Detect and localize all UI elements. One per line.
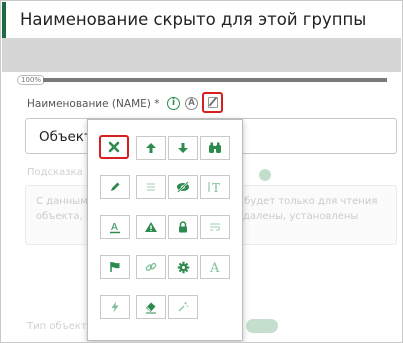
- status-dot: [259, 169, 271, 181]
- underline-glyph: A: [111, 222, 118, 233]
- name-input-value: Объект: [39, 129, 92, 145]
- dialog-header: Наименование скрыто для этой группы: [2, 2, 401, 38]
- formatting-toolbar-popup: T A A: [87, 119, 243, 341]
- wrap-text-icon: [210, 223, 220, 231]
- gear-icon: [177, 261, 189, 273]
- move-down-button[interactable]: [168, 136, 198, 160]
- eraser-icon: [146, 302, 156, 314]
- gray-band: [2, 38, 401, 72]
- arrow-down-icon: [178, 143, 188, 153]
- dialog-window: Наименование скрыто для этой группы 100%…: [0, 0, 403, 343]
- move-up-button[interactable]: [136, 136, 166, 160]
- pencil-icon: [111, 182, 120, 191]
- flag-button[interactable]: [100, 255, 130, 279]
- bottom-green-pill: [246, 319, 278, 333]
- link-button[interactable]: [136, 255, 166, 279]
- bolt-icon: [111, 301, 119, 313]
- underline-button[interactable]: A: [100, 215, 130, 239]
- quick-action-button[interactable]: [100, 295, 130, 319]
- text-height-button[interactable]: T: [200, 175, 230, 199]
- magic-wand-button[interactable]: [168, 295, 198, 319]
- lock-button[interactable]: [168, 215, 198, 239]
- lock-icon: [179, 221, 187, 233]
- eye-slash-icon: [177, 181, 189, 193]
- font-icon: A: [209, 261, 220, 274]
- list-button[interactable]: [136, 175, 166, 199]
- progress-bar: 100%: [17, 75, 387, 85]
- edit-pen-icon: [208, 97, 218, 108]
- text-underline-icon: A: [110, 222, 120, 234]
- edit-icon[interactable]: [202, 92, 223, 113]
- remove-button[interactable]: [99, 135, 129, 159]
- magic-wand-icon: [178, 302, 189, 312]
- bottom-field-label: Тип объекта: [27, 321, 93, 332]
- description-label: Подсказка: [27, 167, 83, 178]
- progress-label: 100%: [17, 75, 46, 85]
- font-button[interactable]: A: [200, 255, 230, 279]
- progress-track: [43, 78, 387, 82]
- dialog-title: Наименование скрыто для этой группы: [20, 10, 367, 29]
- find-button[interactable]: [200, 136, 230, 160]
- flag-icon: [110, 262, 120, 272]
- close-icon: [108, 141, 120, 153]
- settings-button[interactable]: [168, 255, 198, 279]
- wrap-text-button[interactable]: [200, 215, 230, 239]
- warning-button[interactable]: [136, 215, 166, 239]
- list-icon: [147, 183, 155, 191]
- auto-translate-icon[interactable]: A: [185, 97, 198, 110]
- link-icon: [145, 262, 157, 272]
- binoculars-icon: [209, 142, 221, 153]
- text-height-glyph: T: [212, 181, 220, 194]
- erase-button[interactable]: [136, 295, 166, 319]
- font-glyph: A: [209, 261, 220, 274]
- hide-button[interactable]: [168, 175, 198, 199]
- text-height-icon: T: [208, 181, 220, 194]
- warning-icon: [145, 222, 157, 232]
- info-icon[interactable]: i: [167, 97, 180, 110]
- edit-button[interactable]: [100, 175, 130, 199]
- arrow-up-icon: [146, 143, 156, 153]
- name-field-label: Наименование (NAME) *: [27, 98, 160, 110]
